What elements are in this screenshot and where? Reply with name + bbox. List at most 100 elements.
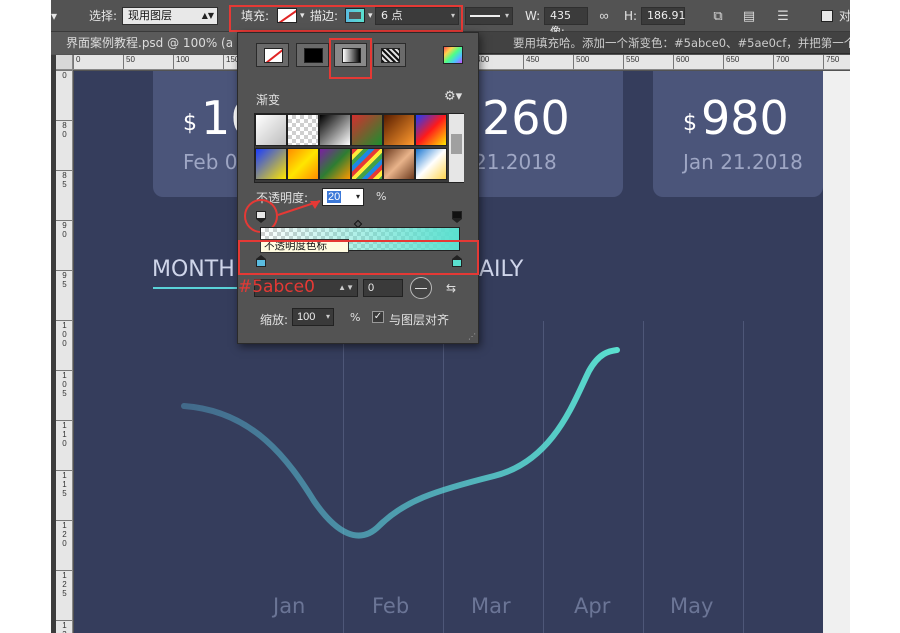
month-label: Apr (574, 594, 611, 618)
gradient-preset[interactable] (287, 114, 319, 146)
ruler-tick-label: 1 2 5 (56, 570, 72, 598)
ruler-tick-label: 1 0 5 (56, 370, 72, 398)
gradient-preset[interactable] (415, 148, 447, 180)
chevron-down-icon: ▾ (355, 192, 360, 201)
align-edges-checkbox[interactable] (821, 10, 833, 22)
path-operations-icon[interactable]: ⧉ (710, 8, 726, 24)
chevron-updown-icon: ▲▼ (338, 283, 354, 292)
gradient-preset[interactable] (255, 114, 287, 146)
opacity-field[interactable]: 20 ▾ (322, 188, 364, 206)
preset-scrollbar[interactable] (449, 114, 464, 182)
tool-preset-arrow[interactable]: ▾ (51, 0, 57, 32)
angle-field[interactable]: 0 (363, 279, 403, 297)
height-value: 186.91 (647, 9, 686, 22)
gradient-preset[interactable] (351, 114, 383, 146)
stroke-type-dropdown[interactable]: ▾ (465, 7, 513, 25)
chevron-updown-icon: ▲▼ (201, 11, 214, 20)
ruler-tick-label: 100 (173, 55, 189, 69)
chevron-down-icon: ▾ (504, 11, 509, 20)
pasteboard (823, 71, 850, 633)
ruler-tick-label: 750 (823, 55, 839, 69)
gradient-bar-highlight (238, 240, 479, 275)
angle-value: 0 (368, 282, 375, 294)
chevron-down-icon: ▾ (325, 312, 330, 321)
month-label: May (670, 594, 714, 618)
ruler-tick-label: 700 (773, 55, 789, 69)
ruler-tick-label: 0 (73, 55, 80, 69)
ruler-tick-label: 8 5 (56, 170, 72, 189)
width-label: W: (525, 9, 541, 23)
pattern-button[interactable] (373, 43, 406, 67)
scale-field[interactable]: 100 ▾ (292, 308, 334, 326)
gradient-preset[interactable] (255, 148, 287, 180)
path-alignment-icon[interactable]: ▤ (741, 8, 757, 24)
angle-dial-icon[interactable] (410, 277, 432, 299)
solid-color-icon (304, 48, 323, 63)
pattern-icon (381, 48, 400, 63)
ruler-tick-label: 9 0 (56, 220, 72, 239)
gradient-preset[interactable] (287, 148, 319, 180)
align-layer-label: 与图层对齐 (389, 313, 450, 327)
gear-icon[interactable]: ⚙▾ (444, 89, 462, 104)
ruler-tick-label: 0 (56, 70, 72, 80)
chart-line (181, 347, 620, 539)
gradient-preset[interactable] (319, 114, 351, 146)
ruler-origin[interactable] (56, 55, 73, 70)
tutorial-hint-text: 要用填充哈。添加一个渐变色：#5abce0、#5ae0cf，并把第一个颜 (513, 36, 850, 50)
no-color-button[interactable] (256, 43, 289, 67)
solid-color-button[interactable] (296, 43, 329, 67)
select-layer-dropdown[interactable]: 现用图层 ▲▼ (122, 7, 218, 25)
opacity-stop-right[interactable] (452, 211, 462, 223)
color-picker-icon[interactable] (443, 46, 463, 64)
gradient-section-label: 渐变 (256, 93, 281, 107)
ruler-tick-label: 1 0 0 (56, 320, 72, 348)
ruler-tick-label: 1 1 0 (56, 420, 72, 448)
width-field[interactable]: 435 像: (544, 7, 588, 38)
gradient-preset-grid[interactable] (254, 113, 464, 183)
gradient-preset[interactable] (415, 114, 447, 146)
document-tab[interactable]: 界面案例教程.psd @ 100% (a : (51, 32, 251, 54)
height-field[interactable]: 186.91 (641, 7, 686, 25)
ruler-tick-label: 600 (673, 55, 689, 69)
stroke-options-panel: 渐变 ⚙▾ 不透明度: 20 ▾ % 不透明度色标 ▲▼ #5abce0 0 ⇆… (237, 32, 479, 344)
vertical-ruler[interactable]: 0 8 0 8 5 9 0 9 5 1 0 0 1 0 5 1 1 0 1 1 5 1 2 0 1 … (56, 70, 73, 633)
gradient-preset[interactable] (383, 114, 415, 146)
ruler-tick-label: 500 (573, 55, 589, 69)
align-layer-checkbox[interactable]: ✓ (372, 311, 384, 323)
photoshop-window: ▾ 选择: 现用图层 ▲▼ 填充: ▾ 描边: ▾ 6 点 ▾ ▾ W: 435… (51, 0, 850, 633)
gradient-preset[interactable] (351, 148, 383, 180)
opacity-value: 20 (327, 191, 342, 203)
ruler-tick-label: 1 1 5 (56, 470, 72, 498)
month-label: Mar (471, 594, 511, 618)
month-label: Feb (372, 594, 410, 618)
opacity-percent: % (376, 190, 387, 203)
color-stop-left[interactable] (256, 255, 266, 267)
color-stop-right[interactable] (452, 255, 462, 267)
ruler-tick-label: 9 5 (56, 270, 72, 289)
ruler-tick-label: 50 (123, 55, 135, 69)
line-style-icon (470, 15, 500, 17)
scale-value: 100 (297, 311, 316, 323)
gradient-preset[interactable] (319, 148, 351, 180)
ruler-tick-label: 1 3 0 (56, 620, 72, 633)
reverse-gradient-icon[interactable]: ⇆ (443, 280, 459, 296)
gradient-preset[interactable] (383, 148, 415, 180)
options-bar: ▾ 选择: 现用图层 ▲▼ 填充: ▾ 描边: ▾ 6 点 ▾ ▾ W: 435… (51, 0, 850, 38)
month-label: Jan (273, 594, 306, 618)
align-edges-label: 对 (839, 9, 850, 23)
ruler-tick-label: 650 (723, 55, 739, 69)
ruler-tick-label: 550 (623, 55, 639, 69)
fill-stroke-highlight (229, 5, 463, 32)
scrollbar-thumb[interactable] (451, 134, 462, 154)
scale-percent: % (350, 311, 361, 324)
path-arrangement-icon[interactable]: ☰ (775, 8, 791, 24)
ruler-tick-label: 450 (523, 55, 539, 69)
ruler-tick-label: 8 0 (56, 120, 72, 139)
link-icon[interactable]: ∞ (596, 8, 612, 24)
scale-label: 缩放: (260, 313, 289, 327)
color-hex-annotation: #5abce0 (238, 277, 315, 297)
no-color-icon (264, 48, 283, 63)
select-label: 选择: (89, 9, 118, 23)
gradient-button-highlight (329, 38, 372, 79)
resize-grip-icon[interactable]: ⋰ (468, 332, 476, 341)
